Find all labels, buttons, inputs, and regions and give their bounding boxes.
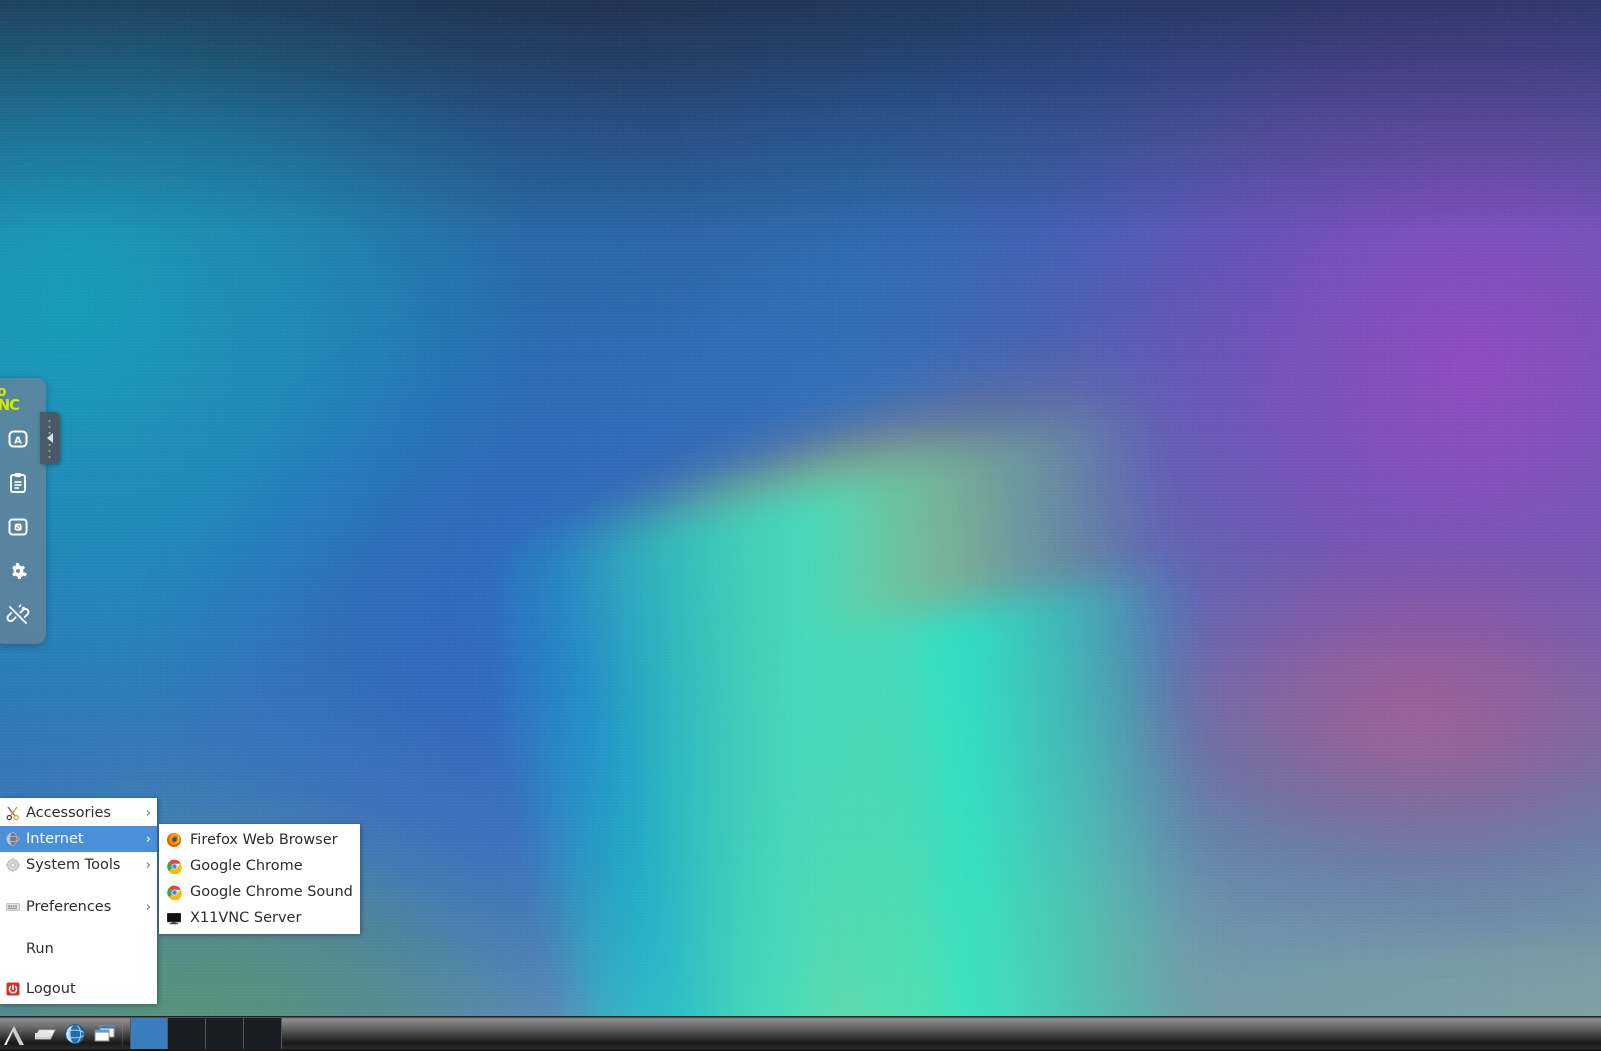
menu-separator-gap-3 [0, 962, 157, 976]
novnc-collapse-handle[interactable] [40, 412, 60, 464]
preferences-icon [4, 898, 22, 916]
submenu-item-google-chrome-sound[interactable]: Google Chrome Sound [159, 879, 360, 905]
novnc-logo-line2: VNC [0, 395, 20, 414]
chevron-right-icon: › [145, 831, 151, 847]
fullscreen-icon[interactable] [0, 506, 38, 548]
keyboard-icon[interactable]: A [0, 418, 38, 460]
firefox-icon [165, 831, 183, 849]
menu-separator-gap-1 [0, 878, 157, 894]
chevron-right-icon: › [145, 857, 151, 873]
chevron-right-icon: › [145, 805, 151, 821]
submenu-item-firefox[interactable]: Firefox Web Browser [159, 827, 360, 853]
applications-menu: Accessories › Internet › System Tools › … [0, 798, 157, 1004]
window-list-icon[interactable] [90, 1019, 120, 1049]
novnc-logo: no VNC [0, 382, 42, 416]
workspace-button-2[interactable] [168, 1018, 206, 1049]
menu-item-internet[interactable]: Internet › [0, 826, 157, 852]
submenu-label-firefox: Firefox Web Browser [190, 832, 338, 848]
menu-item-run[interactable]: Run [0, 936, 157, 962]
menu-label-preferences: Preferences [26, 899, 112, 915]
chrome-icon [165, 883, 183, 901]
workspace-button-4[interactable] [244, 1018, 282, 1049]
web-browser-icon[interactable] [60, 1019, 90, 1049]
workspace-button-1[interactable] [130, 1018, 168, 1049]
submenu-item-x11vnc-server[interactable]: X11VNC Server [159, 905, 360, 931]
svg-text:A: A [14, 436, 22, 447]
menu-label-internet: Internet [26, 831, 84, 847]
workspace-switcher [130, 1018, 282, 1049]
monitor-icon [165, 909, 183, 927]
menu-item-logout[interactable]: Logout [0, 976, 157, 1002]
system-tools-icon [4, 856, 22, 874]
internet-submenu: Firefox Web Browser Google Chrome Google… [159, 824, 360, 934]
desktop-root: no VNC A [0, 0, 1601, 1051]
taskbar [0, 1016, 1601, 1051]
menu-button[interactable] [0, 1019, 30, 1049]
clipboard-icon[interactable] [0, 462, 38, 504]
accessories-icon [4, 804, 22, 822]
menu-label-system-tools: System Tools [26, 857, 121, 873]
menu-item-preferences[interactable]: Preferences › [0, 894, 157, 920]
menu-item-accessories[interactable]: Accessories › [0, 800, 157, 826]
workspace-button-3[interactable] [206, 1018, 244, 1049]
submenu-label-google-chrome-sound: Google Chrome Sound [190, 884, 353, 900]
chevron-right-icon: › [145, 899, 151, 915]
chrome-icon [165, 857, 183, 875]
logout-icon [4, 980, 22, 998]
menu-item-system-tools[interactable]: System Tools › [0, 852, 157, 878]
menu-label-accessories: Accessories [26, 805, 111, 821]
submenu-label-google-chrome: Google Chrome [190, 858, 303, 874]
submenu-label-x11vnc-server: X11VNC Server [190, 910, 302, 926]
menu-separator-gap-2 [0, 920, 157, 936]
menu-label-run: Run [26, 941, 54, 957]
gear-icon[interactable] [0, 550, 38, 592]
menu-label-logout: Logout [26, 981, 76, 997]
file-manager-icon[interactable] [30, 1019, 60, 1049]
submenu-item-google-chrome[interactable]: Google Chrome [159, 853, 360, 879]
taskbar-separator [122, 1021, 123, 1046]
internet-icon [4, 830, 22, 848]
chevron-left-icon [46, 433, 53, 443]
disconnect-icon[interactable] [0, 594, 38, 636]
